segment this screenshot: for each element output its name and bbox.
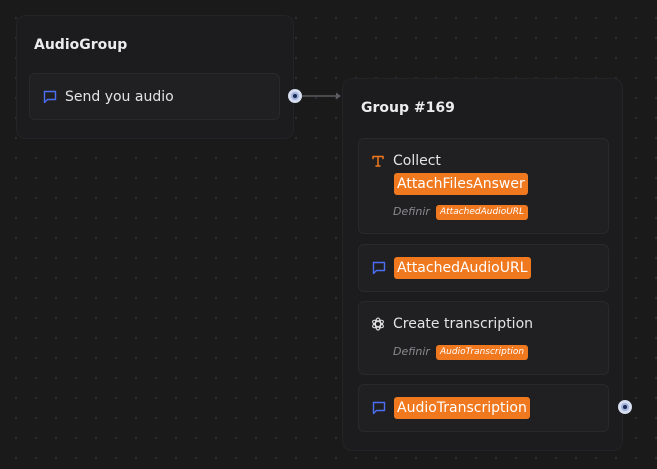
block-message-attached-url[interactable]: AttachedAudioURL (358, 244, 609, 292)
set-variable-tag: AttachedAudioURL (436, 205, 529, 220)
set-variable-label: Definir (393, 345, 430, 358)
group-title: Group #169 (361, 100, 455, 116)
block-collect-input[interactable]: Collect AttachFilesAnswer Definir Attach… (358, 138, 609, 234)
group-audiogroup[interactable]: AudioGroup Send you audio (16, 15, 294, 139)
chat-bubble-icon (372, 261, 386, 275)
set-variable-tag: AudioTranscription (436, 345, 529, 360)
group-169[interactable]: Group #169 Collect AttachFilesAnswer Def… (342, 78, 623, 451)
group-title: AudioGroup (34, 37, 128, 53)
output-handle[interactable] (618, 400, 632, 414)
block-label: Create transcription (393, 316, 534, 332)
variable-tag: AudioTranscription (394, 397, 530, 419)
block-label: Collect (393, 153, 441, 169)
chat-bubble-icon (43, 90, 57, 104)
text-t-icon (372, 155, 384, 167)
openai-icon (372, 317, 384, 331)
block-message-transcription[interactable]: AudioTranscription (358, 384, 609, 432)
block-create-transcription[interactable]: Create transcription Definir AudioTransc… (358, 301, 609, 375)
block-send-audio[interactable]: Send you audio (29, 73, 280, 120)
block-message-text: Send you audio (65, 89, 174, 105)
chat-bubble-icon (372, 401, 386, 415)
variable-tag: AttachedAudioURL (394, 257, 531, 279)
variable-tag: AttachFilesAnswer (394, 173, 528, 195)
set-variable-label: Definir (393, 205, 430, 218)
output-handle[interactable] (288, 89, 302, 103)
